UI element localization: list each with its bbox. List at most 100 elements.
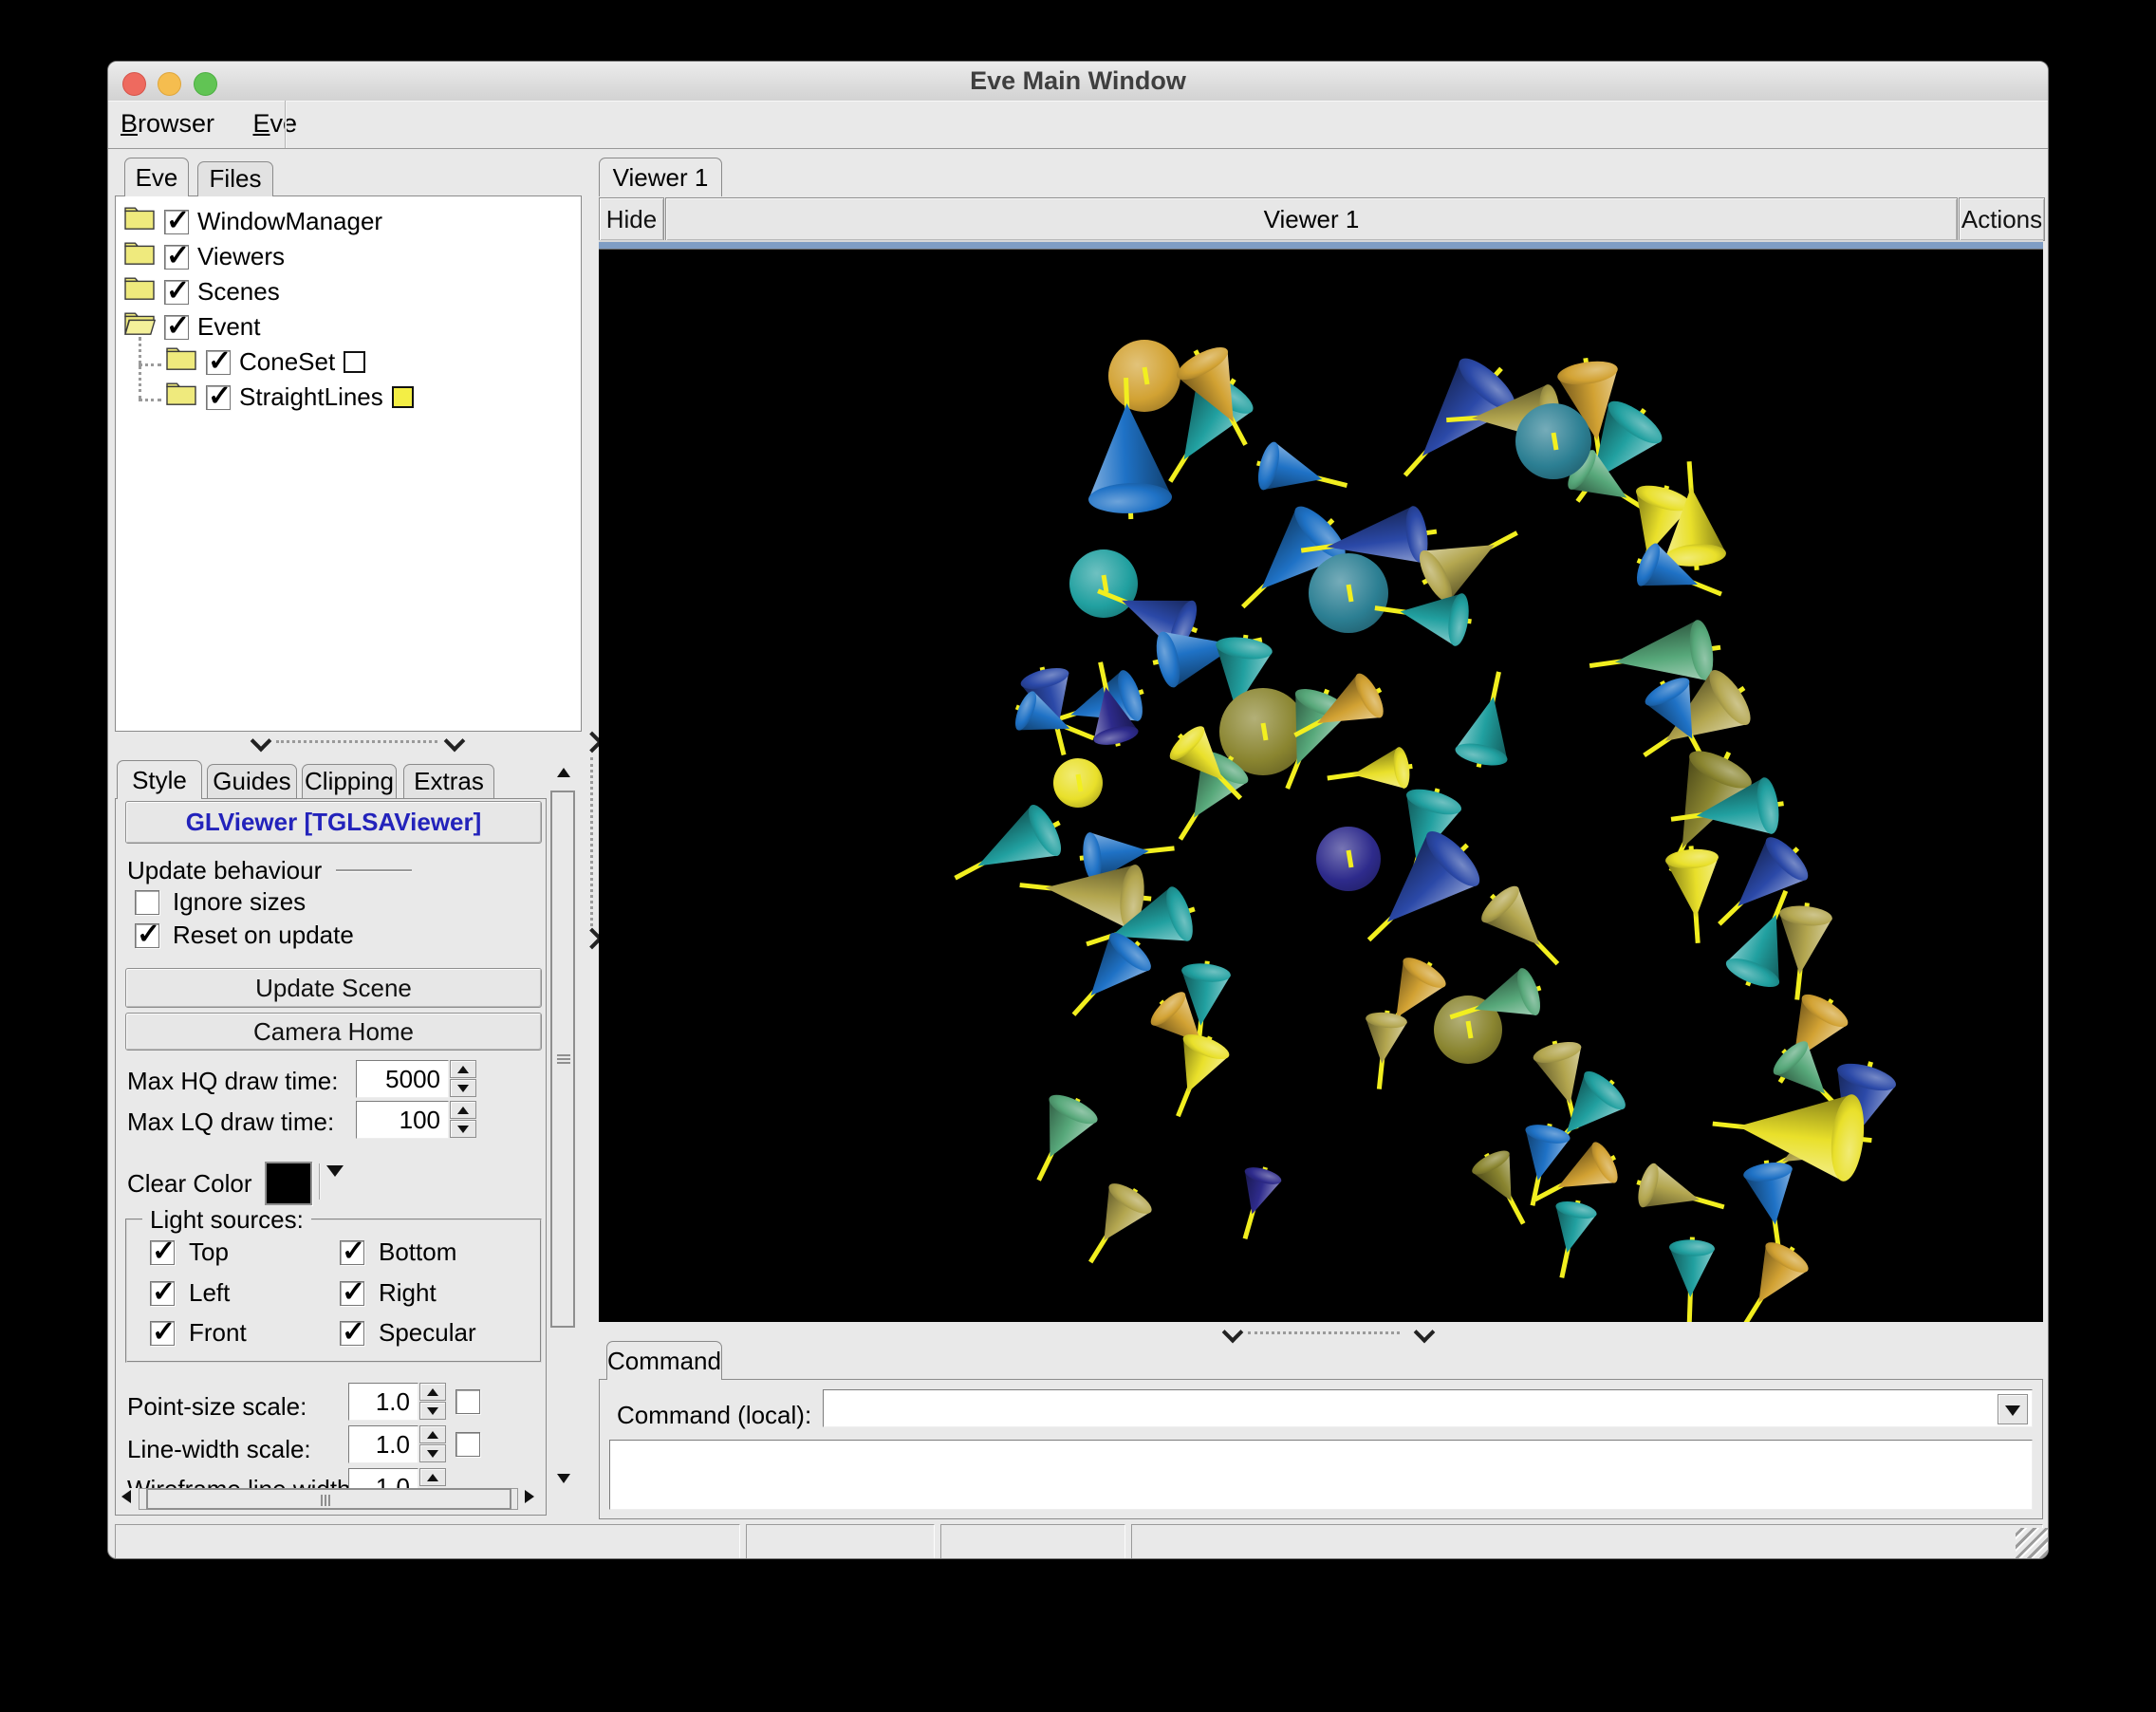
spin-down-icon[interactable] <box>419 1402 446 1420</box>
spin-down-icon[interactable] <box>419 1444 446 1462</box>
tree-item-label: WindowManager <box>197 207 382 236</box>
reset-on-update-label: Reset on update <box>173 921 354 950</box>
max-hq-stepper <box>450 1060 476 1098</box>
tree-item-label: ConeSet <box>239 347 335 377</box>
point-size-checkbox[interactable] <box>455 1389 480 1414</box>
actions-button[interactable]: Actions <box>1959 197 2045 241</box>
ignore-sizes-checkbox[interactable] <box>135 890 159 915</box>
tab-clipping[interactable]: Clipping <box>302 764 397 799</box>
clear-color-dropdown-icon[interactable] <box>326 1165 344 1185</box>
tab-extras[interactable]: Extras <box>403 764 494 799</box>
spin-down-icon[interactable] <box>450 1079 476 1097</box>
tab-files[interactable]: Files <box>197 161 273 196</box>
glviewer-button[interactable]: GLViewer [TGLSAViewer] <box>125 801 542 844</box>
tree-item-scenes[interactable]: Scenes <box>116 274 581 309</box>
tree-checkbox[interactable] <box>206 385 231 410</box>
tree-checkbox[interactable] <box>164 315 189 340</box>
horizontal-splitter[interactable] <box>599 1325 2043 1341</box>
menu-divider <box>285 101 286 148</box>
tree-item-viewers[interactable]: Viewers <box>116 239 581 274</box>
line-width-label: Line-width scale: <box>127 1435 311 1464</box>
light-front-checkbox[interactable] <box>150 1321 175 1346</box>
status-segment <box>746 1524 935 1559</box>
spin-up-icon[interactable] <box>450 1101 476 1119</box>
viewer-title[interactable]: Viewer 1 <box>665 197 1958 241</box>
point-size-input[interactable]: 1.0 <box>348 1383 418 1421</box>
tree-checkbox[interactable] <box>164 245 189 270</box>
spin-down-icon[interactable] <box>450 1120 476 1138</box>
tree-item-event[interactable]: Event <box>116 309 581 344</box>
tab-style[interactable]: Style <box>117 760 202 799</box>
scrollbar-thumb[interactable] <box>550 791 575 1328</box>
horizontal-splitter[interactable] <box>115 732 582 753</box>
folder-icon <box>165 381 197 414</box>
style-vertical-scrollbar[interactable] <box>549 762 576 1510</box>
max-lq-input[interactable]: 100 <box>356 1101 449 1139</box>
command-combobox[interactable] <box>823 1389 2033 1427</box>
tab-viewer1[interactable]: Viewer 1 <box>599 158 722 196</box>
tree-item-straightlines[interactable]: StraightLines <box>116 380 581 415</box>
title-bar[interactable]: Eve Main Window <box>108 62 2048 102</box>
menu-eve[interactable]: Eve <box>252 109 297 139</box>
scroll-down-icon[interactable] <box>551 1468 574 1485</box>
max-hq-input[interactable]: 5000 <box>356 1060 449 1098</box>
line-width-checkbox[interactable] <box>455 1432 480 1457</box>
spin-up-icon[interactable] <box>419 1425 446 1443</box>
light-top-checkbox[interactable] <box>150 1240 175 1265</box>
coneset-color-marker[interactable] <box>344 351 365 373</box>
tree-item-coneset[interactable]: ConeSet <box>116 344 581 380</box>
light-specular-row: Specular <box>340 1318 476 1348</box>
tab-guides[interactable]: Guides <box>207 764 297 799</box>
command-output-area[interactable] <box>609 1440 2033 1510</box>
clear-color-label: Clear Color <box>127 1169 252 1199</box>
straightlines-color-marker[interactable] <box>392 386 414 408</box>
ignore-sizes-label: Ignore sizes <box>173 887 306 917</box>
combo-dropdown-icon[interactable] <box>1998 1394 2028 1424</box>
scrollbar-thumb[interactable] <box>146 1488 511 1510</box>
spin-up-icon[interactable] <box>419 1383 446 1401</box>
scroll-right-icon[interactable] <box>521 1488 538 1510</box>
scroll-left-icon[interactable] <box>121 1488 139 1510</box>
point-size-label: Point-size scale: <box>127 1392 307 1422</box>
camera-home-button[interactable]: Camera Home <box>125 1013 542 1051</box>
tree-checkbox[interactable] <box>164 280 189 305</box>
tree-checkbox[interactable] <box>164 210 189 234</box>
wireframe-input[interactable]: 1.0 <box>348 1468 418 1489</box>
tab-command[interactable]: Command <box>606 1341 722 1380</box>
reset-on-update-checkbox[interactable] <box>135 923 159 948</box>
light-specular-checkbox[interactable] <box>340 1321 364 1346</box>
command-panel: Command (local): <box>599 1379 2043 1519</box>
splitter-dots <box>276 740 437 743</box>
menu-bar: Browser Eve <box>108 101 2048 149</box>
light-sources-group: Light sources: Top Bottom Left Right Fro… <box>125 1219 542 1363</box>
light-left-checkbox[interactable] <box>150 1281 175 1306</box>
menu-browser[interactable]: Browser <box>121 109 214 139</box>
light-right-checkbox[interactable] <box>340 1281 364 1306</box>
tab-eve[interactable]: Eve <box>124 158 189 196</box>
gl-viewport[interactable] <box>599 250 2043 1322</box>
wireframe-stepper <box>419 1468 446 1489</box>
clear-color-swatch[interactable] <box>265 1162 312 1205</box>
spin-up-icon[interactable] <box>450 1060 476 1078</box>
scroll-up-icon[interactable] <box>551 766 574 783</box>
resize-grip[interactable] <box>2016 1528 2048 1559</box>
window-title: Eve Main Window <box>108 62 2048 101</box>
tree-item-label: StraightLines <box>239 382 383 412</box>
max-hq-label: Max HQ draw time: <box>127 1067 339 1096</box>
light-left-label: Left <box>189 1278 230 1308</box>
spin-up-icon[interactable] <box>419 1468 446 1486</box>
tree-item-windowmanager[interactable]: WindowManager <box>116 204 581 239</box>
viewer-header: Hide Viewer 1 Actions <box>599 197 2043 239</box>
max-lq-stepper <box>450 1101 476 1139</box>
light-bottom-checkbox[interactable] <box>340 1240 364 1265</box>
update-scene-button[interactable]: Update Scene <box>125 968 542 1008</box>
folder-icon <box>123 205 156 238</box>
style-horizontal-scrollbar[interactable] <box>121 1488 535 1510</box>
line-width-input[interactable]: 1.0 <box>348 1425 418 1463</box>
reset-on-update-row: Reset on update <box>135 921 354 950</box>
tree-checkbox[interactable] <box>206 350 231 375</box>
vertical-splitter[interactable] <box>586 158 598 1515</box>
ignore-sizes-row: Ignore sizes <box>135 887 306 917</box>
chevron-down-icon <box>1222 1322 1244 1344</box>
hide-button[interactable]: Hide <box>599 197 664 241</box>
